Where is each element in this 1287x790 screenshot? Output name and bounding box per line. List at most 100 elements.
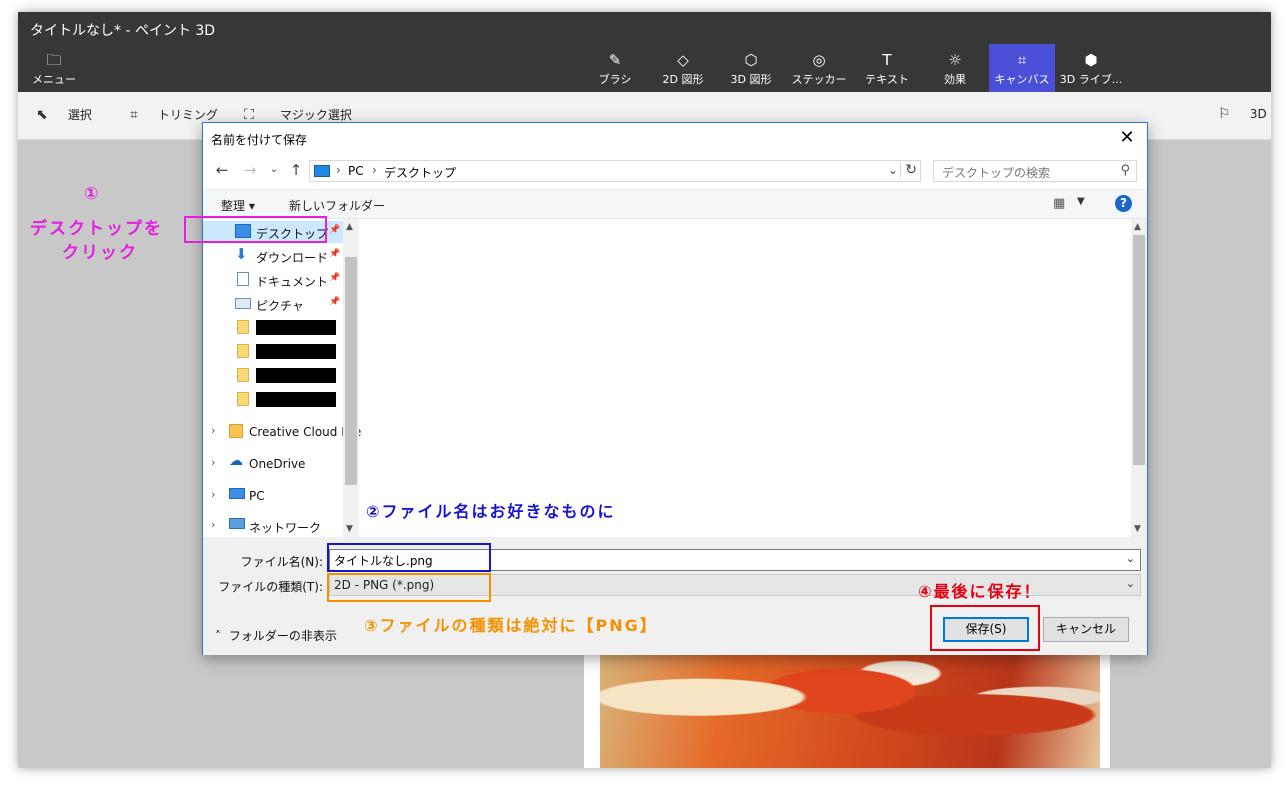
nav-item-network[interactable]: › ネットワーク	[203, 515, 343, 537]
magic-select-tool[interactable]: ⛶ マジック選択	[244, 106, 352, 123]
breadcrumb-pc[interactable]: PC	[348, 164, 364, 178]
tool-label: 2D 図形	[662, 73, 704, 86]
cancel-button[interactable]: キャンセル	[1043, 617, 1129, 642]
nav-item-folder-redacted[interactable]	[203, 341, 343, 363]
file-pane-scrollbar[interactable]: ▲ ▼	[1131, 219, 1147, 537]
scroll-up-icon[interactable]: ▲	[1134, 222, 1141, 232]
magic-select-label: マジック選択	[279, 108, 352, 122]
pc-icon	[229, 488, 245, 499]
back-arrow-icon[interactable]: ←	[211, 161, 233, 179]
filename-label: ファイル名(N):	[240, 555, 323, 569]
scrollbar-thumb[interactable]	[345, 257, 357, 485]
breadcrumb-desktop[interactable]: デスクトップ	[384, 164, 456, 181]
redacted-label	[256, 344, 336, 359]
chevron-right-icon[interactable]: ›	[211, 456, 215, 469]
3d-library-icon: ⬢	[1084, 51, 1098, 69]
nav-item-folder-redacted[interactable]	[203, 317, 343, 339]
folder-icon	[237, 368, 249, 382]
pin-icon: 📌	[329, 225, 341, 235]
nav-item-folder-redacted[interactable]	[203, 389, 343, 411]
nav-item-documents[interactable]: ドキュメント 📌	[203, 269, 343, 291]
nav-item-label: ネットワーク	[249, 521, 322, 535]
tool-3d-library[interactable]: ⬢ 3D ライブ...	[1058, 44, 1124, 92]
3d-view-tool[interactable]: ⚐ 3D	[1218, 106, 1267, 122]
scroll-up-icon[interactable]: ▲	[346, 222, 353, 232]
folder-icon	[237, 392, 249, 406]
help-icon[interactable]: ?	[1115, 195, 1132, 212]
tool-label: 効果	[944, 73, 966, 86]
nav-item-downloads[interactable]: ⬇ ダウンロード 📌	[203, 245, 343, 267]
refresh-icon[interactable]: ↻	[900, 162, 917, 178]
search-icon[interactable]: ⚲	[1120, 163, 1130, 178]
pin-icon: 📌	[329, 297, 341, 307]
nav-item-pictures[interactable]: ピクチャ 📌	[203, 293, 343, 315]
scrollbar-thumb[interactable]	[1133, 235, 1145, 465]
app-title: タイトルなし* - ペイント 3D	[30, 23, 216, 39]
chevron-down-icon[interactable]: ⌄	[888, 163, 898, 177]
tool-text[interactable]: T テキスト	[854, 44, 920, 92]
scroll-down-icon[interactable]: ▼	[346, 524, 353, 534]
pin-icon: 📌	[329, 273, 341, 283]
recent-locations-icon[interactable]: ⌄	[263, 164, 285, 175]
file-list-pane[interactable]	[361, 219, 1131, 537]
top-toolbar: タイトルなし* - ペイント 3D 🗀 メニュー ✎ ブラシ ◇ 2D 図形 ⬡…	[18, 12, 1271, 92]
nav-item-folder-redacted[interactable]	[203, 365, 343, 387]
3d-view-label: 3D	[1249, 107, 1267, 121]
nav-item-label: ダウンロード	[256, 251, 329, 265]
menu-button[interactable]: 🗀 メニュー	[22, 50, 86, 90]
tool-label: 3D 図形	[730, 73, 772, 86]
tool-canvas[interactable]: ⌗ キャンバス	[989, 44, 1055, 92]
scroll-down-icon[interactable]: ▼	[1134, 524, 1141, 534]
up-arrow-icon[interactable]: ↑	[285, 161, 307, 179]
pin-icon: 📌	[329, 249, 341, 259]
chevron-down-icon[interactable]: ⌄	[1126, 552, 1135, 565]
chevron-down-icon[interactable]: ⌄	[1126, 577, 1135, 590]
command-bar: 整理 ▾ 新しいフォルダー ▦ ▼ ?	[203, 189, 1147, 219]
pictures-icon	[235, 298, 251, 309]
chevron-down-icon[interactable]: ▼	[1077, 196, 1085, 207]
new-folder-button[interactable]: 新しいフォルダー	[289, 197, 385, 214]
chevron-up-icon: ˄	[215, 629, 221, 643]
nav-pane-scrollbar[interactable]: ▲ ▼	[343, 219, 359, 537]
hide-folders-toggle[interactable]: ˄ フォルダーの非表示	[215, 627, 337, 644]
tool-brush[interactable]: ✎ ブラシ	[582, 44, 648, 92]
annotation-step1-number: ①	[84, 184, 101, 204]
chevron-right-icon[interactable]: ›	[211, 424, 215, 437]
view-options-icon[interactable]: ▦	[1053, 196, 1065, 211]
nav-item-label: ピクチャ	[256, 299, 304, 313]
dialog-title: 名前を付けて保存	[211, 133, 308, 147]
nav-item-pc[interactable]: › PC	[203, 485, 343, 507]
hide-folders-label: フォルダーの非表示	[228, 629, 337, 643]
2d-shapes-icon: ◇	[677, 51, 689, 69]
chevron-right-icon[interactable]: ›	[211, 518, 215, 531]
pc-icon	[314, 165, 330, 177]
tool-3d-shapes[interactable]: ⬡ 3D 図形	[718, 44, 784, 92]
address-bar[interactable]: › PC › デスクトップ ⌄ ↻	[309, 160, 921, 182]
tool-effects[interactable]: ☼ 効果	[922, 44, 988, 92]
select-label: 選択	[67, 108, 92, 122]
redacted-label	[256, 368, 336, 383]
close-icon[interactable]: ✕	[1113, 125, 1141, 151]
network-icon	[229, 518, 245, 529]
search-box[interactable]: デスクトップの検索 ⚲	[933, 160, 1137, 182]
select-tool[interactable]: ⬉ 選択	[36, 106, 92, 123]
canvas-icon: ⌗	[1017, 51, 1027, 69]
tool-2d-shapes[interactable]: ◇ 2D 図形	[650, 44, 716, 92]
forward-arrow-icon[interactable]: →	[239, 161, 261, 179]
document-icon	[237, 272, 249, 286]
nav-item-creative-cloud[interactable]: › Creative Cloud File	[203, 421, 361, 443]
stickers-icon: ◎	[812, 51, 826, 69]
annotation-step4: ④最後に保存！	[918, 582, 1042, 601]
tool-stickers[interactable]: ◎ ステッカー	[786, 44, 852, 92]
creative-cloud-icon	[229, 424, 243, 438]
organize-button[interactable]: 整理 ▾	[221, 197, 255, 214]
annotation-box-desktop	[184, 216, 327, 243]
filetype-label: ファイルの種類(T):	[218, 580, 323, 594]
onedrive-icon: ☁	[229, 453, 243, 469]
redacted-label	[256, 320, 336, 335]
crop-tool[interactable]: ⌗ トリミング	[130, 106, 218, 123]
chevron-right-icon[interactable]: ›	[211, 488, 215, 501]
nav-item-onedrive[interactable]: › ☁ OneDrive	[203, 453, 343, 475]
folder-icon: 🗀	[46, 51, 62, 69]
navigation-pane: デスクトップ 📌 ⬇ ダウンロード 📌 ドキュメント 📌 ピクチャ 📌 › Cr…	[203, 219, 361, 537]
